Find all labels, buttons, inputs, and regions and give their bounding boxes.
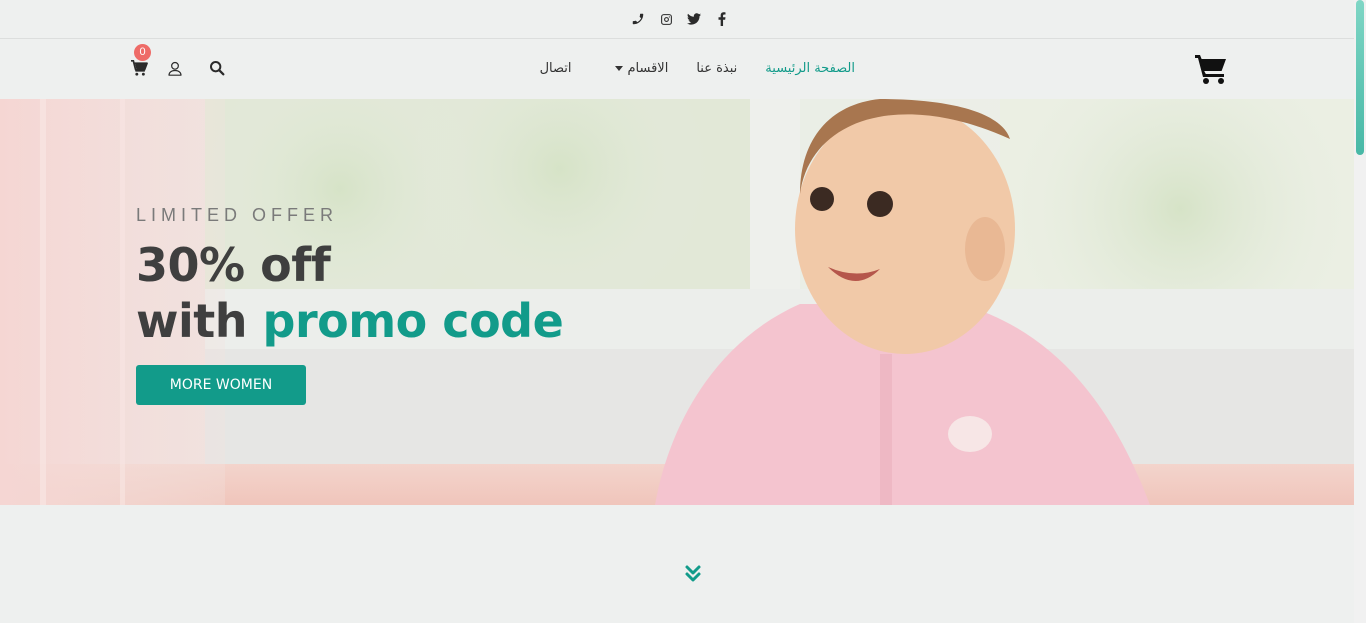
hero-headline-line1: 30% off: [136, 238, 331, 292]
nav-link-home[interactable]: الصفحة الرئيسية: [765, 61, 855, 76]
twitter-icon[interactable]: [686, 10, 702, 28]
cart-icon: [131, 60, 148, 76]
social-links: [630, 10, 730, 28]
main-navbar: 0 الصفحة الرئيسية نبذة عنا الاقسام اتصال: [0, 39, 1354, 99]
nav-link-about[interactable]: نبذة عنا: [696, 61, 737, 76]
nav-menu: الصفحة الرئيسية نبذة عنا الاقسام اتصال: [500, 58, 855, 78]
hero-headline-line2-plain: with: [136, 294, 248, 348]
phone-icon[interactable]: [630, 10, 646, 28]
shopping-cart-logo-icon[interactable]: [1194, 53, 1228, 85]
social-bar: [0, 0, 1354, 39]
hero-banner: LIMITED OFFER 30% off with promo code MO…: [0, 99, 1354, 505]
scrollbar-thumb[interactable]: [1356, 0, 1364, 155]
page-scrollbar[interactable]: [1354, 0, 1366, 623]
nav-link-contact[interactable]: اتصال: [540, 61, 572, 76]
hero-headline-line2-accent: promo code: [262, 294, 564, 348]
user-icon: [168, 61, 182, 76]
search-button[interactable]: [208, 59, 226, 77]
cart-button[interactable]: 0: [130, 44, 151, 77]
account-button[interactable]: [166, 59, 184, 77]
hero-text-block: LIMITED OFFER 30% off with promo code MO…: [136, 205, 564, 405]
nav-actions: 0: [130, 44, 226, 77]
cart-count-badge: 0: [134, 44, 151, 61]
search-icon: [210, 61, 225, 76]
nav-link-categories[interactable]: الاقسام: [615, 61, 668, 76]
instagram-icon[interactable]: [658, 10, 674, 28]
facebook-icon[interactable]: [714, 10, 730, 28]
hero-headline: 30% off with promo code: [136, 237, 564, 349]
double-chevron-down-icon[interactable]: [684, 564, 702, 584]
chevron-down-icon: [615, 65, 624, 71]
nav-link-categories-label: الاقسام: [627, 60, 669, 76]
hero-eyebrow: LIMITED OFFER: [136, 205, 339, 225]
more-women-button[interactable]: MORE WOMEN: [136, 365, 306, 405]
